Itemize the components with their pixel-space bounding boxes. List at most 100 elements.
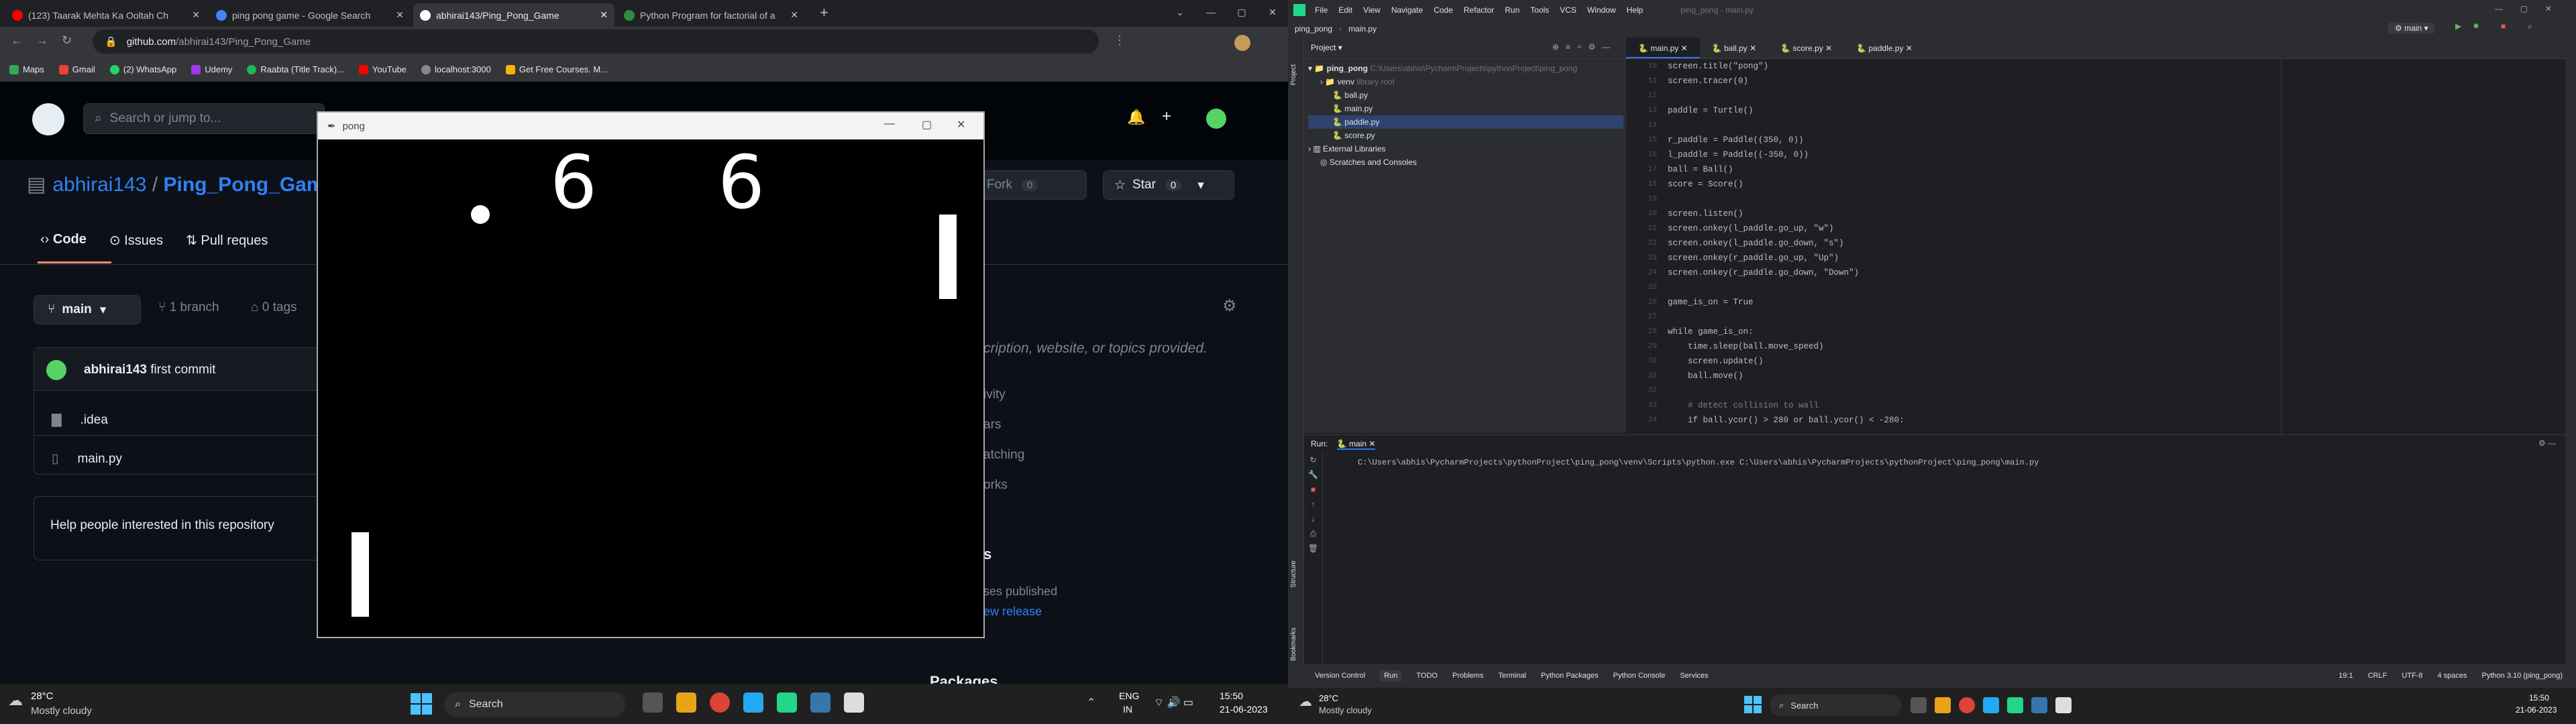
vscode-icon[interactable] — [1983, 697, 1999, 713]
code-line[interactable]: screen.onkey(r_paddle.go_down, "Down") — [1668, 265, 2560, 280]
taskview-icon[interactable] — [1911, 697, 1927, 713]
window-controls[interactable]: —▢✕ — [2495, 4, 2569, 13]
menu-item[interactable]: Code — [1434, 5, 1453, 15]
bookmark[interactable]: localhost:3000 — [421, 64, 491, 74]
extensions-icon[interactable]: ⋮ — [1114, 34, 1126, 48]
clock-time[interactable]: 15:50 — [2529, 693, 2549, 703]
menu-item[interactable]: Run — [1505, 5, 1519, 15]
chevron-down-icon[interactable]: ▾ — [1197, 178, 1204, 193]
search-input[interactable]: ⌕ Search or jump to... — [83, 103, 325, 134]
tool-tab-run[interactable]: Run — [1380, 670, 1402, 681]
wrench-icon[interactable]: 🔧 — [1304, 467, 1322, 482]
tool-tab-python-packages[interactable]: Python Packages — [1541, 672, 1599, 680]
notepad-icon[interactable] — [2055, 697, 2072, 713]
taskbar-search[interactable]: ⌕ Search — [444, 692, 625, 717]
file-explorer-icon[interactable] — [1935, 697, 1951, 713]
forward-icon[interactable]: → — [36, 34, 48, 48]
taskbar-search[interactable]: ⌕ Search — [1770, 695, 1901, 716]
close-icon[interactable]: ✕ — [790, 9, 798, 21]
clock-date[interactable]: 21-06-2023 — [1220, 704, 1268, 715]
pycharm-icon[interactable] — [2007, 697, 2023, 713]
reload-icon[interactable]: ↻ — [62, 34, 72, 48]
weather-desc[interactable]: Mostly cloudy — [1319, 705, 1372, 715]
clock-time[interactable]: 15:50 — [1220, 690, 1243, 701]
gear-icon[interactable]: ⚙ — [1222, 296, 1237, 316]
close-icon[interactable]: ✕ — [957, 118, 965, 131]
rerun-icon[interactable]: ↻ — [1304, 452, 1322, 467]
code-line[interactable]: screen.listen() — [1668, 206, 2560, 221]
run-config-select[interactable]: ⚙ main ▾ — [2388, 23, 2435, 34]
gear-icon[interactable]: ⚙ — — [2538, 438, 2556, 448]
code-line[interactable]: screen.onkey(l_paddle.go_down, "s") — [1668, 236, 2560, 251]
code-line[interactable]: screen.tracer(0) — [1668, 74, 2560, 88]
python-icon[interactable] — [2031, 697, 2047, 713]
back-icon[interactable]: ← — [11, 34, 23, 48]
code-line[interactable] — [1668, 383, 2560, 398]
editor-tab[interactable]: 🐍 paddle.py ✕ — [1844, 38, 1925, 58]
code-line[interactable] — [1668, 280, 2560, 295]
code-line[interactable]: screen.onkey(r_paddle.go_up, "Up") — [1668, 251, 2560, 265]
browser-tab-active[interactable]: abhirai143/Ping_Pong_Game ✕ — [413, 3, 614, 27]
avatar[interactable] — [1234, 35, 1250, 51]
run-icon[interactable]: ▶ — [2455, 21, 2461, 31]
maximize-icon[interactable]: ▢ — [922, 118, 932, 131]
tree-item[interactable]: ▾ 📁 ping_pong C:\Users\abhis\PycharmProj… — [1308, 62, 1623, 75]
tags-link[interactable]: ⌂ 0 tags — [251, 300, 297, 315]
up-icon[interactable]: ↑ — [1304, 497, 1322, 511]
bookmark[interactable]: Gmail — [58, 64, 95, 74]
taskview-icon[interactable] — [643, 692, 663, 713]
tool-tab-version-control[interactable]: Version Control — [1315, 672, 1365, 680]
code-line[interactable] — [1668, 310, 2560, 324]
chevron-down-icon[interactable]: ⌄ — [1165, 0, 1195, 24]
status-encoding[interactable]: UTF-8 — [2402, 672, 2422, 680]
code-line[interactable]: screen.title("pong") — [1668, 59, 2560, 74]
code-line[interactable]: time.sleep(ball.move_speed) — [1668, 339, 2560, 354]
tab-pull-requests[interactable]: ⇅ Pull reques — [186, 232, 268, 249]
tab-code[interactable]: ‹› Code — [40, 232, 87, 249]
tool-tab-problems[interactable]: Problems — [1452, 672, 1483, 680]
chrome-icon[interactable] — [1959, 697, 1975, 713]
status-caret[interactable]: 19:1 — [2339, 672, 2353, 680]
code-line[interactable]: ball = Ball() — [1668, 162, 2560, 177]
tree-item-selected[interactable]: 🐍 paddle.py — [1308, 115, 1623, 129]
code-line[interactable]: if ball.ycor() > 280 or ball.ycor() < -2… — [1668, 413, 2560, 428]
new-release-link[interactable]: ew release — [983, 605, 1042, 619]
code-line[interactable] — [1668, 192, 2560, 206]
menu-item[interactable]: VCS — [1560, 5, 1576, 15]
bookmark[interactable]: YouTube — [358, 64, 407, 74]
star-button[interactable]: ☆ Star 0 ▾ — [1103, 170, 1234, 200]
weather-desc[interactable]: Mostly cloudy — [31, 705, 92, 717]
tool-tab-terminal[interactable]: Terminal — [1498, 672, 1526, 680]
tool-tab-python-console[interactable]: Python Console — [1613, 672, 1666, 680]
minimize-icon[interactable]: — — [1195, 0, 1226, 24]
print-icon[interactable]: ⎙ — [1304, 526, 1322, 541]
search-icon[interactable]: ⌕ — [2528, 21, 2532, 32]
python-icon[interactable] — [810, 692, 830, 713]
panel-tools-icon[interactable]: ⊕≡÷⚙— — [1552, 42, 1617, 52]
language-region[interactable]: IN — [1123, 704, 1132, 715]
bookmark[interactable]: Get Free Courses. M... — [505, 64, 608, 74]
code-line[interactable]: paddle = Turtle() — [1668, 103, 2560, 118]
code-line[interactable]: r_paddle = Paddle((350, 0)) — [1668, 133, 2560, 147]
menu-item[interactable]: Navigate — [1391, 5, 1423, 15]
structure-tool-button[interactable]: Structure — [1290, 560, 1297, 588]
file-row[interactable]: ▇ .idea — [52, 412, 108, 428]
menu-item[interactable]: Help — [1627, 5, 1644, 15]
code-line[interactable]: screen.update() — [1668, 354, 2560, 369]
status-indent[interactable]: 4 spaces — [2437, 672, 2467, 680]
tab-issues[interactable]: ⊙ Issues — [109, 232, 163, 249]
status-line-ending[interactable]: CRLF — [2368, 672, 2387, 680]
code-line[interactable] — [1668, 118, 2560, 133]
close-icon[interactable]: ✕ — [192, 9, 200, 21]
stop-icon[interactable]: ■ — [2501, 21, 2506, 31]
menu-item[interactable]: Window — [1587, 5, 1616, 15]
code-line[interactable]: # detect collision to wall — [1668, 398, 2560, 413]
url-input[interactable]: 🔒 github.com/abhirai143/Ping_Pong_Game — [93, 29, 1099, 54]
run-tab[interactable]: 🐍 main ✕ — [1336, 439, 1376, 450]
trash-icon[interactable]: 🗑 — [1304, 541, 1322, 556]
project-tool-button[interactable]: Project — [1290, 64, 1297, 85]
wifi-icon[interactable]: ⌔ 🔊 ▭ — [1154, 696, 1193, 709]
bookmark[interactable]: (2) WhatsApp — [109, 64, 176, 74]
tree-item[interactable]: › 📁 venv library root — [1308, 75, 1623, 88]
tree-item[interactable]: 🐍 ball.py — [1308, 88, 1623, 102]
